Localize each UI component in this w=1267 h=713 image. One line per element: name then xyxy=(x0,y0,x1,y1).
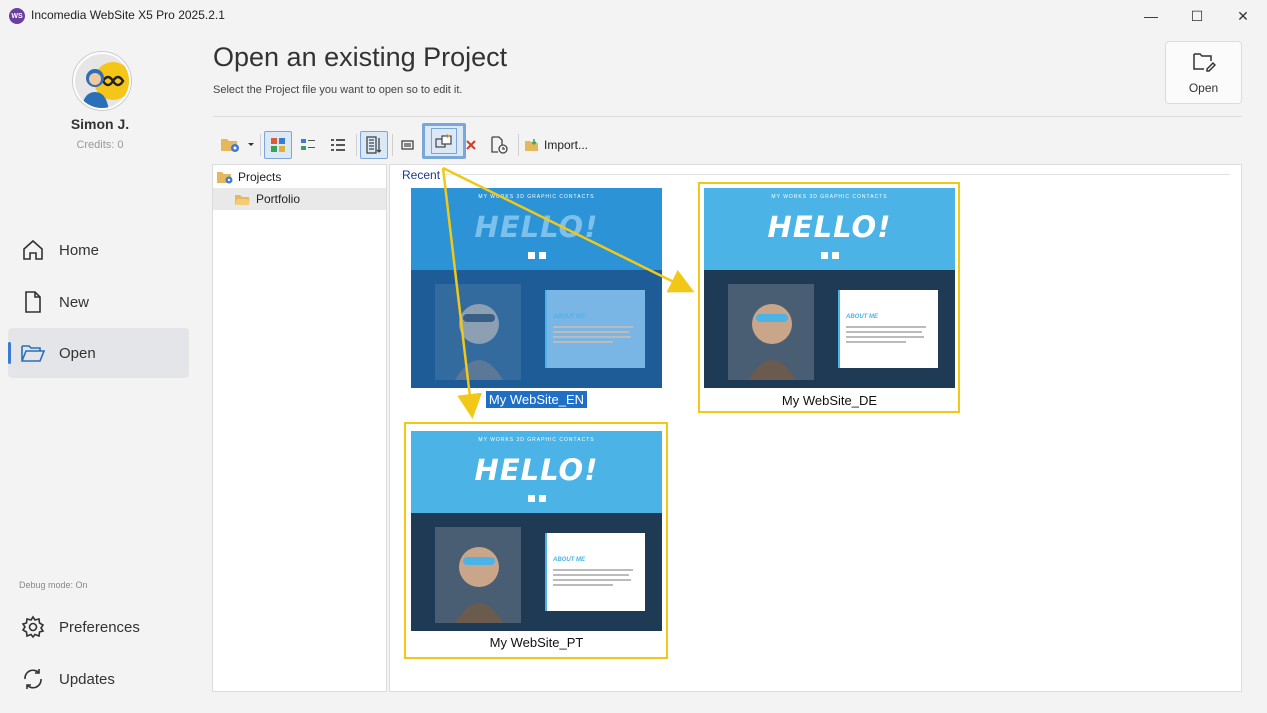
portrait-image xyxy=(728,284,814,380)
facebook-icon xyxy=(528,495,535,502)
project-thumbnail-de[interactable]: MY WORKS 3D GRAPHIC CONTACTS HELLO! ABOU… xyxy=(704,188,955,388)
thumb-hello: HELLO! xyxy=(474,210,599,244)
nav-preferences-label: Preferences xyxy=(59,618,140,636)
thumb-menu: MY WORKS 3D GRAPHIC CONTACTS xyxy=(478,437,595,443)
folder-settings-icon[interactable] xyxy=(219,131,243,159)
thumb-about-title: ABOUT ME xyxy=(553,314,585,320)
thumb-about-title: ABOUT ME xyxy=(553,557,585,563)
facebook-icon xyxy=(528,252,535,259)
refresh-icon xyxy=(19,665,47,693)
home-icon xyxy=(19,236,47,264)
history-icon[interactable] xyxy=(487,131,511,159)
preview-icon[interactable] xyxy=(396,131,420,159)
open-button[interactable]: Open xyxy=(1165,41,1242,104)
thumb-text-line xyxy=(846,336,924,338)
portrait-image xyxy=(435,527,521,623)
tree-item-label: Portfolio xyxy=(256,192,301,206)
gear-icon xyxy=(19,613,47,641)
project-label-pt[interactable]: My WebSite_PT xyxy=(411,635,662,650)
project-thumbnail-pt[interactable]: MY WORKS 3D GRAPHIC CONTACTS HELLO! ABOU… xyxy=(411,431,662,631)
import-folder-icon xyxy=(524,138,540,152)
nav-home-label: Home xyxy=(59,241,100,259)
recent-label: Recent xyxy=(402,168,445,182)
avatar[interactable] xyxy=(73,52,131,110)
nav-home[interactable]: Home xyxy=(8,225,189,275)
view-list-icon[interactable] xyxy=(324,131,352,159)
project-name: My WebSite_EN xyxy=(485,391,588,408)
thumb-text-line xyxy=(846,326,926,328)
recent-divider xyxy=(400,174,1230,175)
tree-item-portfolio[interactable]: Portfolio xyxy=(213,188,386,210)
open-button-label: Open xyxy=(1188,81,1219,95)
folder-icon xyxy=(234,193,251,206)
thumb-hello: HELLO! xyxy=(474,453,599,487)
credits-label: Credits: 0 xyxy=(76,139,124,151)
project-tree: Projects Portfolio xyxy=(212,164,387,692)
nav-preferences[interactable]: Preferences xyxy=(8,602,189,652)
sort-icon[interactable] xyxy=(360,131,388,159)
debug-mode-label: Debug mode: On xyxy=(19,580,88,590)
folder-settings-icon xyxy=(216,170,234,184)
app-logo-icon: WS xyxy=(9,8,25,24)
thumb-text-line xyxy=(553,331,629,333)
pinterest-icon xyxy=(832,252,839,259)
facebook-icon xyxy=(821,252,828,259)
nav-open[interactable]: Open xyxy=(8,328,189,378)
project-label-de[interactable]: My WebSite_DE xyxy=(704,393,955,408)
thumb-about-box: ABOUT ME xyxy=(838,290,938,368)
project-label-en[interactable]: My WebSite_EN xyxy=(411,391,662,408)
thumb-hello: HELLO! xyxy=(767,210,892,244)
nav-open-label: Open xyxy=(59,344,96,362)
thumb-text-line xyxy=(846,341,906,343)
chevron-down-icon[interactable] xyxy=(245,131,257,159)
project-name: My WebSite_DE xyxy=(781,393,878,408)
thumb-text-line xyxy=(846,331,922,333)
folder-open-icon xyxy=(19,339,47,367)
project-name: My WebSite_PT xyxy=(489,635,584,650)
pinterest-icon xyxy=(539,252,546,259)
thumb-text-line xyxy=(553,569,633,571)
import-button[interactable]: Import... xyxy=(524,131,588,159)
thumb-about-box: ABOUT ME xyxy=(545,533,645,611)
toolbar-separator xyxy=(518,134,519,156)
toolbar-separator xyxy=(392,134,393,156)
tree-item-projects[interactable]: Projects xyxy=(213,166,386,188)
thumb-text-line xyxy=(553,574,629,576)
view-thumbnails-icon[interactable] xyxy=(264,131,292,159)
toolbar-separator xyxy=(260,134,261,156)
nav-updates[interactable]: Updates xyxy=(8,654,189,704)
thumb-about-title: ABOUT ME xyxy=(846,314,878,320)
delete-icon[interactable] xyxy=(459,131,483,159)
thumb-about-box: ABOUT ME xyxy=(545,290,645,368)
user-name: Simon J. xyxy=(70,116,130,132)
thumb-text-line xyxy=(553,326,633,328)
page-title: Open an existing Project xyxy=(213,42,508,72)
thumb-text-line xyxy=(553,336,631,338)
pinterest-icon xyxy=(539,495,546,502)
tree-item-label: Projects xyxy=(238,170,282,184)
maximize-button[interactable]: ☐ xyxy=(1174,0,1220,32)
nav-new-label: New xyxy=(59,293,90,311)
nav-new[interactable]: New xyxy=(8,277,189,327)
close-button[interactable]: ✕ xyxy=(1220,0,1266,32)
minimize-button[interactable]: — xyxy=(1128,0,1174,32)
project-thumbnail-en[interactable]: MY WORKS 3D GRAPHIC CONTACTS HELLO! ABOU… xyxy=(411,188,662,388)
portrait-image xyxy=(435,284,521,380)
import-label: Import... xyxy=(544,138,589,152)
thumb-text-line xyxy=(553,579,631,581)
toolbar-separator xyxy=(356,134,357,156)
nav-updates-label: Updates xyxy=(59,670,115,688)
thumb-menu: MY WORKS 3D GRAPHIC CONTACTS xyxy=(478,194,595,200)
window-title: Incomedia WebSite X5 Pro 2025.2.1 xyxy=(31,8,225,22)
file-icon xyxy=(19,288,47,316)
page-subtitle: Select the Project file you want to open… xyxy=(213,84,463,96)
thumb-menu: MY WORKS 3D GRAPHIC CONTACTS xyxy=(771,194,888,200)
thumb-text-line xyxy=(553,584,613,586)
view-details-icon[interactable] xyxy=(294,131,322,159)
open-file-icon xyxy=(1192,50,1216,75)
thumb-text-line xyxy=(553,341,613,343)
header-divider xyxy=(213,116,1242,117)
